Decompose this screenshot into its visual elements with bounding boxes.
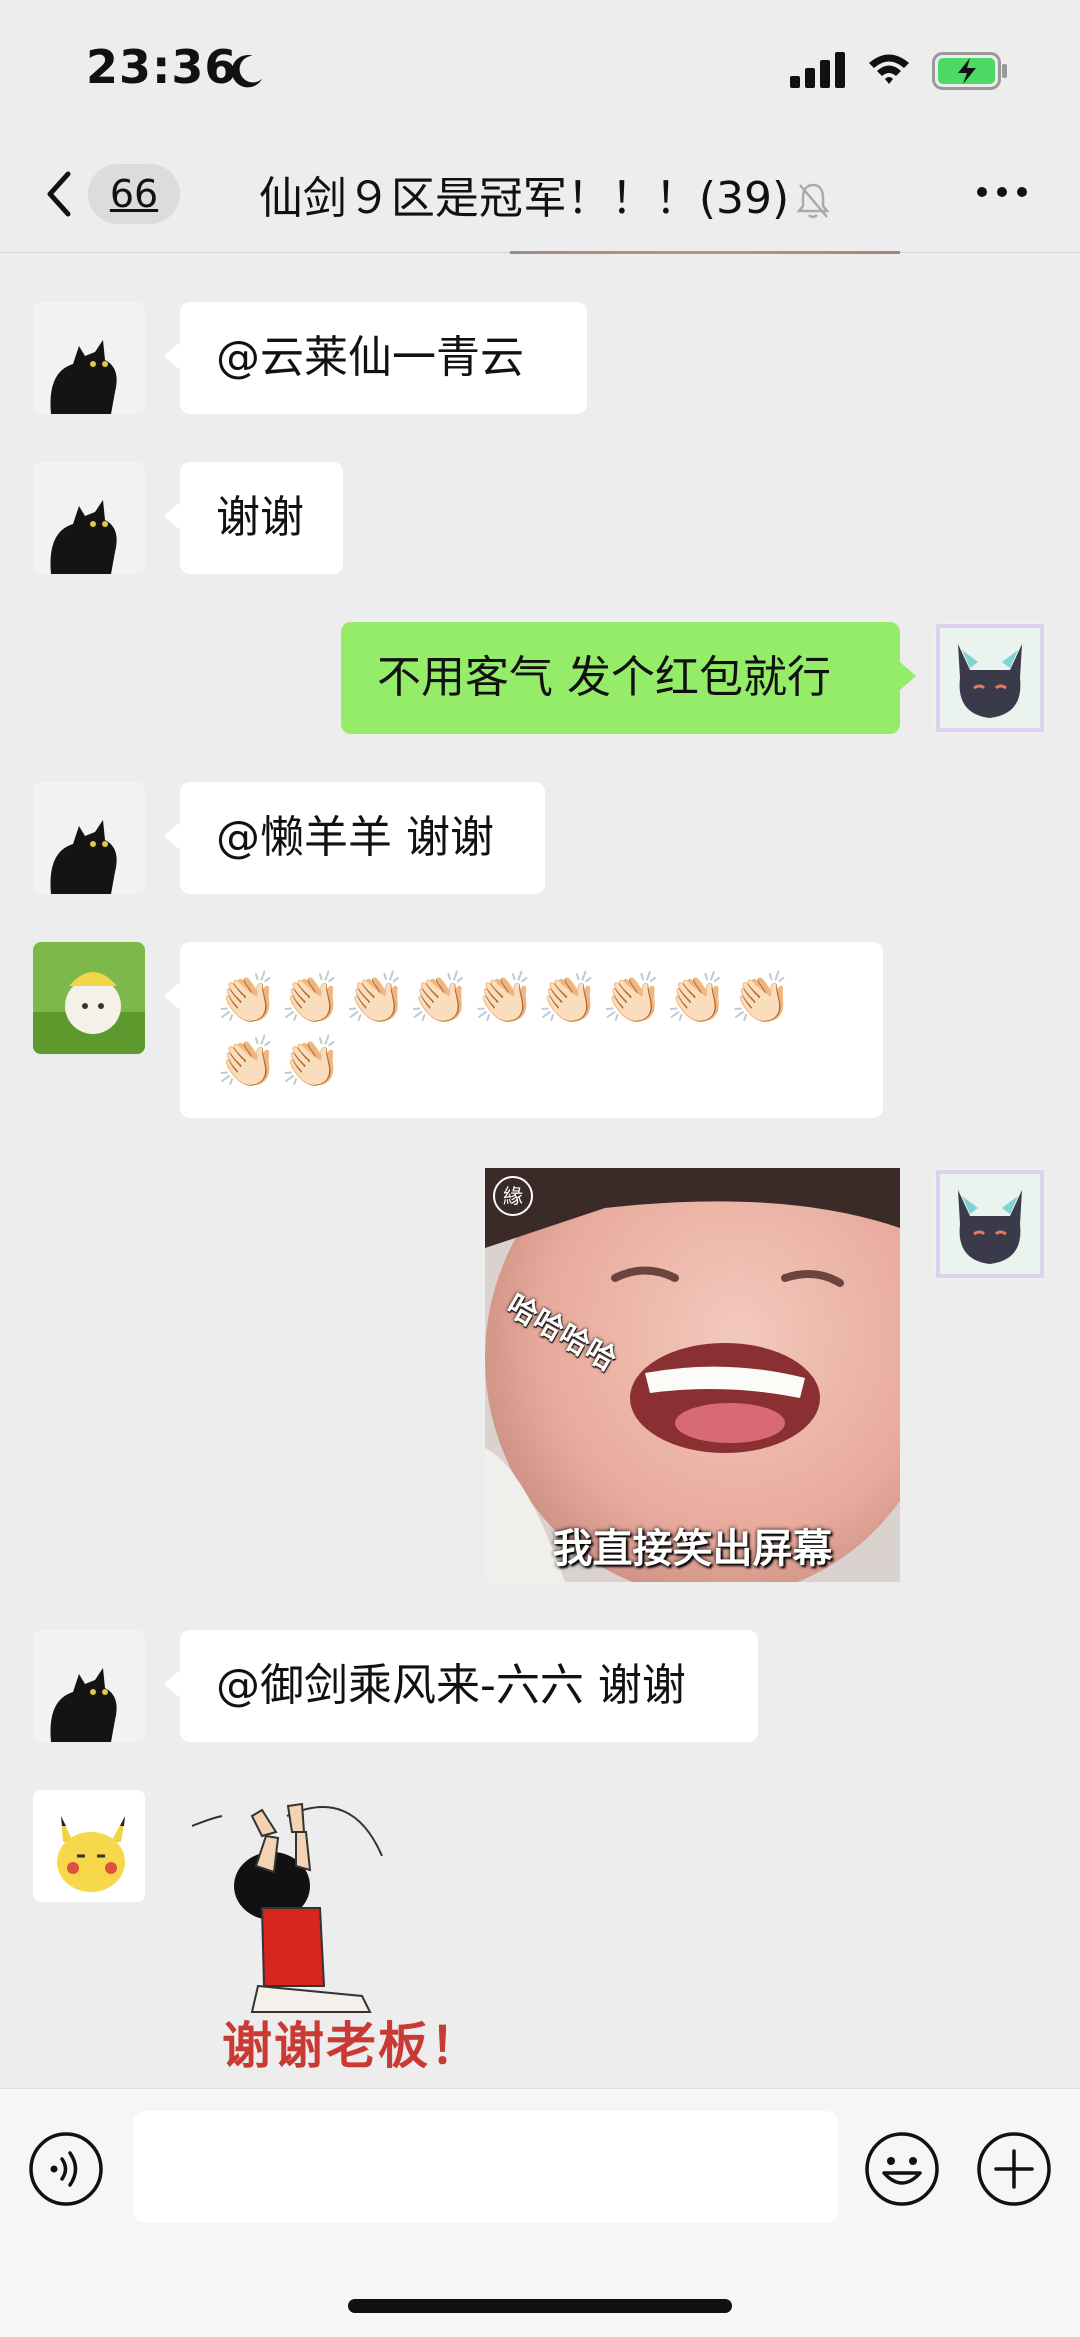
sticker-text: 谢谢老板！ [222,2016,482,2075]
photo-badge: 緣 [493,1176,533,1216]
message-bubble[interactable]: @懒羊羊 谢谢 [164,782,545,894]
pikachu-avatar[interactable] [33,1790,145,1902]
photo-caption: 我直接笑出屏幕 [552,1526,833,1572]
plus-icon[interactable] [976,2131,1052,2207]
emoji-message-bubble[interactable]: 👏🏻👏🏻👏🏻👏🏻👏🏻👏🏻👏🏻👏🏻👏🏻👏🏻👏🏻 [164,942,883,1118]
black-cat-avatar[interactable] [33,302,145,414]
chat-header: 66 仙剑９区是冠军！！！(39) [0,140,1080,253]
previous-image-edge [510,251,900,254]
signal-icon [790,52,845,88]
black-cat-avatar[interactable] [33,782,145,894]
chat-title[interactable]: 仙剑９区是冠军！！！(39) [0,162,1080,226]
purple-cat-avatar[interactable] [934,622,1046,734]
battery-charging-icon [932,52,1007,90]
message-text: 谢谢 [216,492,304,543]
emoji-icon[interactable] [864,2131,940,2207]
more-icon[interactable] [976,184,1028,200]
input-bar [0,2088,1080,2337]
message-text: @云莱仙一青云 [216,332,524,383]
black-cat-avatar[interactable] [33,1630,145,1742]
message-bubble[interactable]: 谢谢 [164,462,343,574]
status-time: 23:36 [86,40,238,94]
wifi-icon [869,54,909,84]
message-text: @御剑乘风来-六六 谢谢 [216,1660,686,1711]
chat-title-text: 仙剑９区是冠军！！！(39) [258,173,790,224]
message-text: @懒羊羊 谢谢 [216,812,494,863]
purple-cat-avatar[interactable] [934,1168,1046,1280]
home-indicator [348,2299,732,2313]
message-bubble[interactable]: @御剑乘风来-六六 谢谢 [164,1630,758,1742]
chat-screen: 23:36 66 仙剑９区是冠军！！！(39) @云莱仙一青云 谢谢 不用客气 … [0,0,1080,2337]
voice-icon[interactable] [28,2131,104,2207]
mute-bell-icon [796,183,830,219]
sheep-avatar[interactable] [33,942,145,1054]
message-bubble[interactable]: @云莱仙一青云 [164,302,587,414]
black-cat-avatar[interactable] [33,462,145,574]
status-bar: 23:36 [0,0,1080,140]
emoji-text: 👏🏻👏🏻👏🏻👏🏻👏🏻👏🏻👏🏻👏🏻👏🏻👏🏻👏🏻 [216,969,795,1091]
message-text: 不用客气 发个红包就行 [377,652,831,703]
moon-icon [231,55,263,88]
message-input[interactable] [133,2111,838,2223]
outgoing-message-bubble[interactable]: 不用客气 发个红包就行 [341,622,916,734]
thanks-sticker[interactable]: 谢谢老板！ [191,1796,512,2086]
image-message[interactable]: 緣 哈哈哈哈 我直接笑出屏幕 [485,1168,900,1582]
